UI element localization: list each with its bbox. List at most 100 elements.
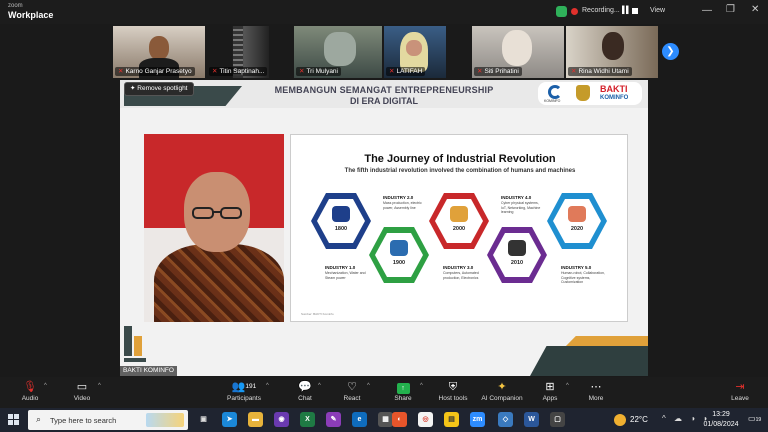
hex-year: 1800 — [334, 226, 348, 232]
pen-app-icon[interactable]: ✎ — [326, 412, 341, 427]
participant-name: Karno Ganjar Prasetyo — [125, 68, 192, 75]
clock-date[interactable]: 01/08/2024 — [700, 421, 742, 428]
header-title-line2: DI ERA DIGITAL — [350, 96, 418, 106]
video-name-tag: BAKTI KOMINFO — [120, 366, 177, 376]
minimize-button[interactable]: — — [702, 5, 712, 16]
industry-4-desc: Cyber physical systems, IoT, Networking,… — [501, 201, 541, 214]
temperature[interactable]: 22°C — [630, 415, 648, 424]
share-label: Share — [394, 395, 412, 402]
smart-factory-icon — [508, 240, 526, 256]
leave-label: Leave — [731, 395, 749, 402]
participant-name: Tri Mulyani — [306, 68, 338, 75]
leave-door-icon: ⇥ — [735, 381, 745, 393]
clock-time[interactable]: 13:29 — [706, 411, 736, 418]
share-button[interactable]: ↑ Share — [381, 379, 425, 402]
react-options-caret[interactable]: ^ — [367, 383, 370, 389]
search-highlight-image — [146, 413, 184, 427]
search-icon: ⌕ — [36, 414, 42, 424]
sticky-notes-icon[interactable]: ▤ — [444, 412, 459, 427]
header-title-line1: MEMBANGUN SEMANGAT ENTREPRENEURSHIP — [274, 85, 494, 95]
slide-source: Sumber: BAKTI Kominfo — [301, 312, 334, 316]
hex-year: 2000 — [452, 226, 466, 232]
kominfo-logo — [548, 85, 562, 99]
video-label: Video — [73, 395, 91, 402]
participants-options-caret[interactable]: ^ — [266, 383, 269, 389]
participant-name-tag: ✕ LATIFAH — [386, 67, 426, 76]
file-explorer-icon[interactable]: ▬ — [248, 412, 263, 427]
participants-icon: 👥191 — [231, 381, 257, 393]
task-view-icon[interactable]: ▣ — [196, 412, 211, 427]
mic-muted-icon: ✕ — [477, 68, 483, 75]
view-button[interactable]: View — [650, 7, 665, 14]
participants-button[interactable]: 👥191 Participants — [222, 379, 266, 402]
stop-recording-icon[interactable] — [632, 8, 638, 14]
security-shield-icon[interactable] — [556, 6, 567, 17]
hex-2000: 2000 — [429, 193, 489, 249]
speaker-video — [144, 134, 284, 322]
video-options-caret[interactable]: ^ — [98, 383, 101, 389]
participant-thumbnail[interactable]: ✕ Siti Prihatini — [472, 26, 564, 78]
ai-companion-label: AI Companion — [481, 395, 523, 402]
app-brand-workplace: Workplace — [8, 10, 54, 20]
recording-label[interactable]: Recording... — [582, 7, 620, 14]
windows-start-icon[interactable] — [8, 414, 20, 426]
app-icon-dark[interactable]: ▢ — [550, 412, 565, 427]
industry-5-label: INDUSTRY 5.0 — [561, 265, 592, 270]
more-button[interactable]: ⋯ More — [574, 379, 618, 402]
notification-icon[interactable]: ▭19 — [748, 414, 761, 423]
search-placeholder: Type here to search — [50, 416, 117, 425]
participant-thumbnail[interactable]: ✕ Karno Ganjar Prasetyo — [113, 26, 205, 78]
bakti-logo-text: BAKTI — [600, 84, 628, 94]
excel-icon[interactable]: X — [300, 412, 315, 427]
hex-year: 2020 — [570, 226, 584, 232]
pause-recording-icon[interactable]: ▌▌ — [622, 7, 631, 14]
chat-options-caret[interactable]: ^ — [318, 383, 321, 389]
slide-subtitle: The fifth industrial revolution involved… — [344, 168, 576, 174]
app-icon-purple[interactable]: ◉ — [274, 412, 289, 427]
participant-name-tag: ✕ Karno Ganjar Prasetyo — [115, 67, 195, 76]
chrome-icon[interactable]: ◎ — [418, 412, 433, 427]
maximize-button[interactable]: ❐ — [726, 4, 735, 15]
participant-name-tag: ✕ Titin Saptinah... — [209, 67, 268, 76]
industry-1-label: INDUSTRY 1.0 — [325, 265, 356, 270]
speaker-name: BAKTI KOMINFO — [123, 367, 174, 374]
close-window-button[interactable]: ✕ — [751, 4, 759, 15]
audio-label: Audio — [21, 395, 39, 402]
participant-thumbnail[interactable]: ✕ Tri Mulyani — [294, 26, 382, 78]
host-tools-button[interactable]: ⛨ Host tools — [431, 379, 475, 402]
participants-label: Participants — [227, 395, 261, 402]
partner-logos: KOMINFO BAKTI KOMINFO — [538, 82, 642, 105]
title-bar: zoom Workplace Recording... ▌▌ View — ❐ … — [0, 0, 768, 24]
industry-2-desc: Mass production, electric power, Assembl… — [383, 201, 422, 210]
telegram-icon[interactable]: ➤ — [222, 412, 237, 427]
bakti-logo-subtext: KOMINFO — [600, 95, 629, 101]
firefox-icon[interactable]: ◐ — [392, 412, 407, 427]
participant-thumbnail[interactable]: ✕ Rina Widhi Utami — [566, 26, 658, 78]
next-page-arrow-button[interactable]: ❯ — [662, 43, 679, 60]
ai-companion-button[interactable]: ✦ AI Companion — [478, 379, 526, 402]
share-options-caret[interactable]: ^ — [420, 383, 423, 389]
participant-thumbnail[interactable]: ✕ LATIFAH — [384, 26, 446, 78]
participant-thumbnail[interactable]: ✕ Titin Saptinah... — [207, 26, 269, 78]
audio-options-caret[interactable]: ^ — [44, 383, 47, 389]
app-icon-blue[interactable]: ◇ — [498, 412, 513, 427]
weather-sun-icon[interactable] — [614, 414, 626, 426]
word-icon[interactable]: W — [524, 412, 539, 427]
zoom-taskbar-icon[interactable]: zm — [470, 412, 485, 427]
share-screen-icon: ↑ — [396, 383, 410, 394]
industry-3-desc: Computers, Automated production, Electro… — [443, 271, 479, 280]
mic-muted-icon: ✕ — [571, 68, 577, 75]
participant-name: Siti Prihatini — [484, 68, 519, 75]
participant-name: Rina Widhi Utami — [578, 68, 629, 75]
app-icon-gray[interactable]: ▦ — [378, 412, 393, 427]
remove-spotlight-button[interactable]: ✦ Remove spotlight — [124, 82, 194, 96]
more-label: More — [588, 395, 604, 402]
worker-icon — [390, 240, 408, 256]
taskbar-search-box[interactable]: ⌕ Type here to search — [28, 410, 188, 430]
app-brand-zoom: zoom — [8, 3, 23, 9]
apps-options-caret[interactable]: ^ — [566, 383, 569, 389]
edge-icon[interactable]: e — [352, 412, 367, 427]
meeting-toolbar: 🎙 Audio ^ ▭ Video ^ 👥191 Participants ^ … — [0, 377, 768, 408]
leave-button[interactable]: ⇥ Leave — [718, 379, 762, 402]
mic-muted-icon: ✕ — [389, 68, 395, 75]
